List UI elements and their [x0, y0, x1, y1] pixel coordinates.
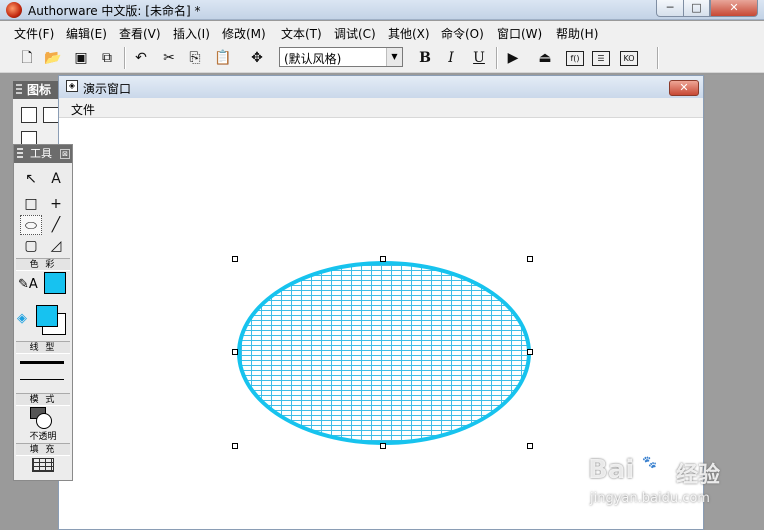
chevron-down-icon[interactable]: ▼ — [386, 48, 402, 66]
selection-handle-right[interactable] — [527, 349, 533, 355]
selection-handle-left[interactable] — [232, 349, 238, 355]
mode-label: 不透明 — [29, 432, 57, 442]
functions-icon[interactable]: f() — [566, 51, 584, 66]
presentation-menu-bar: 文件 — [59, 98, 703, 118]
pointer-tool-icon[interactable]: ↖ — [20, 169, 42, 189]
drawn-ellipse[interactable] — [237, 261, 531, 445]
selection-handle-bottom-left[interactable] — [232, 443, 238, 449]
watermark-logo: Bai — [588, 455, 635, 485]
underline-button[interactable]: U — [470, 49, 488, 67]
menu-insert[interactable]: 插入(I) — [173, 25, 210, 42]
undo-icon[interactable]: ↶ — [132, 49, 150, 67]
toolbox-title-bar[interactable]: 工具 ⊠ — [14, 145, 72, 163]
text-style-value: (默认风格) — [284, 52, 342, 66]
paint-bucket-icon[interactable]: ◈ — [17, 311, 33, 327]
line-type-section-label: 线 型 — [16, 341, 70, 354]
watermark-domain: jingyan.baidu.com — [590, 491, 710, 506]
grip-icon[interactable] — [16, 84, 22, 96]
oval-tool-icon[interactable]: ⬭ — [20, 215, 42, 235]
foreground-color-swatch[interactable] — [36, 305, 58, 327]
icon-palette-title[interactable]: 图标 — [13, 81, 61, 99]
menu-help[interactable]: 帮助(H) — [556, 25, 598, 42]
toolbox-close-icon[interactable]: ⊠ — [60, 149, 70, 159]
copy-icon[interactable]: ⎘ — [186, 49, 204, 67]
menu-command[interactable]: 命令(O) — [441, 25, 484, 42]
menu-debug[interactable]: 调试(C) — [334, 25, 376, 42]
toolbar-separator — [657, 47, 659, 69]
text-tool-icon[interactable]: A — [45, 169, 67, 189]
variables-icon[interactable]: ☰ — [592, 51, 610, 66]
selection-handle-top[interactable] — [380, 256, 386, 262]
menu-window[interactable]: 窗口(W) — [497, 25, 542, 42]
icon-palette: 图标 — [12, 80, 62, 150]
new-icon[interactable]: 🗋 — [18, 49, 36, 67]
line-color-swatch[interactable] — [44, 272, 66, 294]
polygon-tool-icon[interactable]: ◿ — [45, 236, 67, 256]
minimize-button[interactable]: ─ — [656, 0, 684, 17]
line-tool-icon[interactable]: ╱ — [45, 215, 67, 235]
selection-handle-top-left[interactable] — [232, 256, 238, 262]
presentation-menu-file[interactable]: 文件 — [71, 101, 95, 118]
title-bar: Authorware 中文版: [未命名] * ─ □ ✕ — [0, 0, 764, 20]
menu-other[interactable]: 其他(X) — [388, 25, 430, 42]
line-style-thin[interactable] — [20, 379, 64, 380]
save-all-icon[interactable]: ▣ — [72, 49, 90, 67]
rounded-rectangle-tool-icon[interactable]: ▢ — [20, 236, 42, 256]
paste-icon[interactable]: 📋 — [214, 49, 232, 67]
toolbox-title: 工具 — [30, 147, 52, 160]
selection-handle-bottom-right[interactable] — [527, 443, 533, 449]
toolbar-separator — [496, 47, 498, 69]
watermark-jingyan: 经验 — [676, 463, 721, 488]
run-icon[interactable]: ▶ — [504, 49, 522, 67]
paw-icon: 🐾 — [642, 455, 657, 469]
cut-icon[interactable]: ✂ — [160, 49, 178, 67]
bold-button[interactable]: B — [416, 49, 434, 67]
menu-edit[interactable]: 编辑(E) — [66, 25, 107, 42]
control-panel-icon[interactable]: ⏏ — [536, 49, 554, 67]
rectangle-tool-icon[interactable]: □ — [20, 194, 42, 214]
fill-section-label: 填 充 — [16, 443, 70, 456]
baidu-watermark: Bai 🐾 经验 jingyan.baidu.com — [588, 455, 738, 515]
mode-section-label: 模 式 — [16, 393, 70, 406]
presentation-title-bar[interactable]: ◈ 演示窗口 ✕ — [59, 76, 703, 98]
motion-icon[interactable] — [43, 107, 59, 123]
presentation-title: 演示窗口 — [83, 82, 132, 96]
selection-handle-top-right[interactable] — [527, 256, 533, 262]
close-button[interactable]: ✕ — [710, 0, 758, 17]
color-section-label: 色 彩 — [16, 258, 70, 271]
icon-palette-title-text: 图标 — [27, 83, 52, 97]
menu-modify[interactable]: 修改(M) — [222, 25, 266, 42]
app-icon — [6, 2, 22, 18]
import-icon[interactable]: ⧉ — [98, 49, 116, 67]
menu-text[interactable]: 文本(T) — [281, 25, 322, 42]
opaque-mode-icon[interactable] — [30, 407, 52, 429]
presentation-close-button[interactable]: ✕ — [669, 80, 699, 96]
menu-file[interactable]: 文件(F) — [14, 25, 54, 42]
window-title: Authorware 中文版: [未命名] * — [28, 4, 201, 18]
toolbox-panel: 工具 ⊠ ↖ A □ + ⬭ ╱ ▢ ◿ 色 彩 ✎A ◈ 线 型 模 式 不透… — [13, 144, 73, 481]
presentation-window-icon: ◈ — [66, 80, 78, 92]
pencil-icon[interactable]: ✎A — [18, 277, 38, 293]
text-style-select[interactable]: (默认风格) ▼ — [279, 47, 403, 67]
cross-tool-icon[interactable]: + — [45, 194, 67, 214]
toolbar-separator — [124, 47, 126, 69]
menu-view[interactable]: 查看(V) — [119, 25, 161, 42]
grip-icon[interactable] — [17, 148, 23, 160]
find-icon[interactable]: ✥ — [248, 49, 266, 67]
menu-bar: 文件(F) 编辑(E) 查看(V) 插入(I) 修改(M) 文本(T) 调试(C… — [0, 21, 764, 43]
mode-circle — [36, 413, 52, 429]
selection-handle-bottom[interactable] — [380, 443, 386, 449]
maximize-button[interactable]: □ — [683, 0, 710, 17]
fill-pattern-icon[interactable] — [32, 458, 54, 472]
knowledge-objects-icon[interactable]: KO — [620, 51, 638, 66]
line-style-thick[interactable] — [20, 361, 64, 364]
display-icon[interactable] — [21, 107, 37, 123]
italic-button[interactable]: I — [442, 49, 460, 67]
open-icon[interactable]: 📂 — [44, 49, 62, 67]
